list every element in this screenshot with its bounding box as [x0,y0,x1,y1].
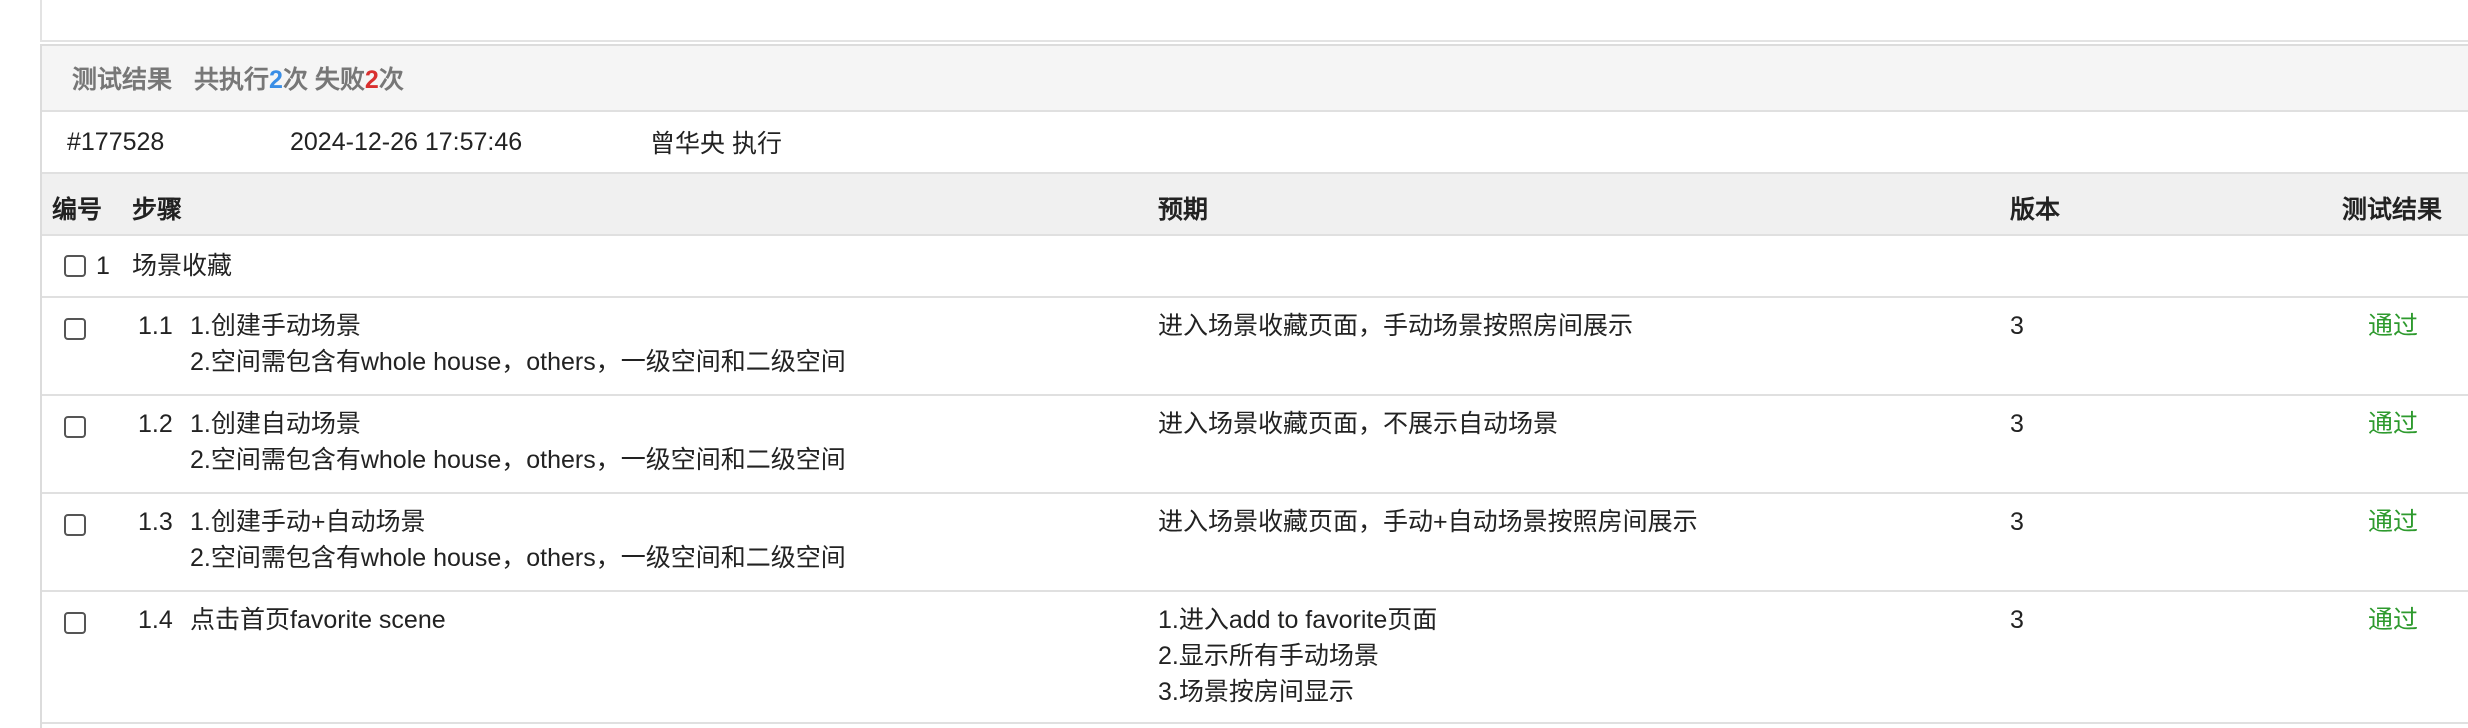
row-number: 1.2 [138,410,173,438]
row-result: 通过 [2368,606,2419,634]
row-number: 1.4 [138,606,173,634]
row-result: 通过 [2368,312,2419,340]
row-step: 1.创建手动+自动场景 2.空间需包含有whole house，others，一… [190,508,846,572]
column-number: 编号 [52,196,103,224]
table-header: 编号 步骤 预期 版本 测试结果 [42,174,2468,236]
row-version: 3 [2010,312,2024,340]
results-summary: 共执行2次 失败2次 [194,66,404,94]
top-divider [40,0,2468,42]
table-row: 1.3 1.创建手动+自动场景 2.空间需包含有whole house，othe… [42,494,2468,592]
failed-count: 2 [364,66,379,94]
column-version: 版本 [2010,196,2061,224]
row-number: 1.3 [138,508,173,536]
run-info-row: #177528 2024-12-26 17:57:46 曾华央 执行 [42,112,2468,174]
table-row: 1.4 点击首页favorite scene 1.进入add to favori… [42,592,2468,724]
group-checkbox[interactable] [64,255,86,277]
group-number: 1 [96,252,110,280]
test-results-panel: 测试结果 共执行2次 失败2次 #177528 2024-12-26 17:57… [40,44,2468,728]
row-version: 3 [2010,508,2024,536]
row-step: 点击首页favorite scene [190,606,446,634]
row-result: 通过 [2368,508,2419,536]
executed-count: 2 [269,66,283,94]
run-id: #177528 [67,127,165,156]
row-checkbox[interactable] [64,612,86,634]
row-expected: 1.进入add to favorite页面 2.显示所有手动场景 3.场景按房间… [1158,606,1438,706]
table-row: 1.1 1.创建手动场景 2.空间需包含有whole house，others，… [42,298,2468,396]
row-step: 1.创建手动场景 2.空间需包含有whole house，others，一级空间… [190,312,846,376]
column-expected: 预期 [1158,196,1209,224]
row-checkbox[interactable] [64,318,86,340]
results-title: 测试结果 [72,66,173,94]
run-executor: 曾华央 执行 [650,130,782,158]
row-expected: 进入场景收藏页面，不展示自动场景 [1158,410,1559,438]
group-name: 场景收藏 [132,252,233,280]
row-checkbox[interactable] [64,514,86,536]
row-checkbox[interactable] [64,416,86,438]
group-row: 1 场景收藏 [42,236,2468,298]
column-steps: 步骤 [132,196,183,224]
row-version: 3 [2010,410,2024,438]
row-expected: 进入场景收藏页面，手动场景按照房间展示 [1158,312,1634,340]
row-result: 通过 [2368,410,2419,438]
row-number: 1.1 [138,312,173,340]
row-step: 1.创建自动场景 2.空间需包含有whole house，others，一级空间… [190,410,846,474]
row-version: 3 [2010,606,2024,634]
table-row: 1.2 1.创建自动场景 2.空间需包含有whole house，others，… [42,396,2468,494]
column-result: 测试结果 [2342,196,2443,224]
results-header: 测试结果 共执行2次 失败2次 [42,46,2468,112]
row-expected: 进入场景收藏页面，手动+自动场景按照房间展示 [1158,508,1698,536]
run-time: 2024-12-26 17:57:46 [290,127,523,156]
